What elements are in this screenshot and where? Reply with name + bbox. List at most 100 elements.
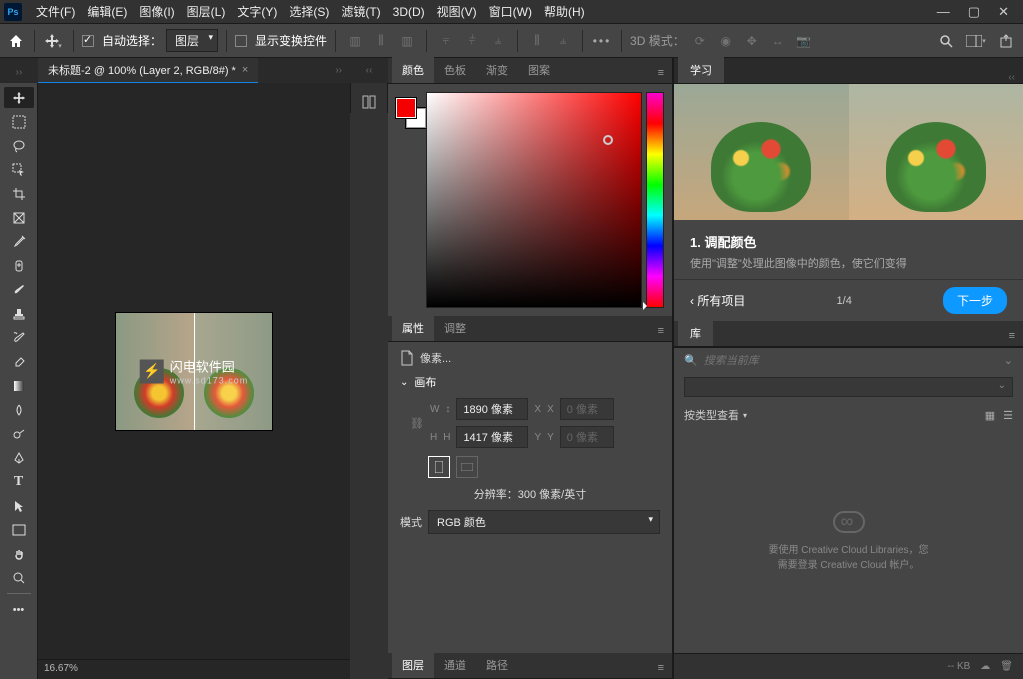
- blur-tool[interactable]: [4, 399, 34, 420]
- menu-layer[interactable]: 图层(L): [181, 0, 232, 23]
- distribute-vertical-icon[interactable]: ⫨: [552, 30, 574, 52]
- zoom-tool[interactable]: [4, 567, 34, 588]
- menu-file[interactable]: 文件(F): [30, 0, 81, 23]
- lasso-tool[interactable]: [4, 135, 34, 156]
- eraser-tool[interactable]: [4, 351, 34, 372]
- tab-layers[interactable]: 图层: [392, 652, 434, 678]
- history-brush-tool[interactable]: [4, 327, 34, 348]
- expand-tabs-icon[interactable]: ››: [335, 65, 350, 76]
- gradient-tool[interactable]: [4, 375, 34, 396]
- align-vertical-centers-icon[interactable]: ⫩: [461, 30, 483, 52]
- document-tab[interactable]: 未标题-2 @ 100% (Layer 2, RGB/8#) *×: [38, 58, 258, 84]
- library-select-dropdown[interactable]: [684, 377, 1013, 397]
- move-tool[interactable]: [4, 87, 34, 108]
- panel-menu-icon[interactable]: ≡: [650, 658, 672, 678]
- canvas-section-header[interactable]: 画布: [400, 374, 660, 390]
- tab-color[interactable]: 颜色: [392, 57, 434, 83]
- cloud-sync-icon[interactable]: ☁: [980, 661, 990, 672]
- close-button[interactable]: ✕: [998, 4, 1009, 20]
- path-select-tool[interactable]: [4, 495, 34, 516]
- collapse-panel-icon[interactable]: ‹‹: [1008, 72, 1023, 83]
- portrait-button[interactable]: [428, 456, 450, 478]
- align-right-edges-icon[interactable]: ▥: [396, 30, 418, 52]
- search-chevron-icon[interactable]: ⌄: [1004, 354, 1013, 367]
- workspace-icon[interactable]: ▾: [965, 30, 987, 52]
- y-input[interactable]: 0 像素: [560, 426, 614, 448]
- stamp-tool[interactable]: [4, 303, 34, 324]
- tab-learn[interactable]: 学习: [678, 57, 724, 83]
- 3d-camera-icon[interactable]: 📷: [793, 30, 815, 52]
- link-dimensions-icon[interactable]: ⛓: [410, 417, 424, 430]
- align-left-edges-icon[interactable]: ▥: [344, 30, 366, 52]
- close-tab-icon[interactable]: ×: [242, 64, 248, 76]
- align-bottom-edges-icon[interactable]: ⫨: [487, 30, 509, 52]
- saturation-field[interactable]: [426, 92, 642, 308]
- crop-tool[interactable]: [4, 183, 34, 204]
- tab-gradients[interactable]: 渐变: [476, 57, 518, 83]
- 3d-roll-icon[interactable]: ◉: [715, 30, 737, 52]
- tab-adjustments[interactable]: 调整: [434, 315, 476, 341]
- learn-next-button[interactable]: 下一步: [943, 287, 1007, 314]
- menu-view[interactable]: 视图(V): [431, 0, 483, 23]
- library-search-input[interactable]: [704, 355, 998, 367]
- foreground-color[interactable]: [396, 98, 416, 118]
- hue-slider[interactable]: [646, 92, 664, 308]
- more-options-button[interactable]: •••: [591, 30, 613, 52]
- maximize-button[interactable]: ▢: [968, 4, 980, 20]
- left-panel-toggle[interactable]: ››: [0, 63, 38, 78]
- tab-libraries[interactable]: 库: [678, 320, 713, 346]
- minimize-button[interactable]: —: [937, 4, 950, 20]
- distribute-horizontal-icon[interactable]: ⫼: [526, 30, 548, 52]
- tab-swatches[interactable]: 色板: [434, 57, 476, 83]
- pen-tool[interactable]: [4, 447, 34, 468]
- menu-3d[interactable]: 3D(D): [387, 2, 431, 22]
- share-icon[interactable]: [995, 30, 1017, 52]
- menu-text[interactable]: 文字(Y): [231, 0, 283, 23]
- auto-select-checkbox[interactable]: 自动选择：: [82, 32, 162, 49]
- marquee-tool[interactable]: [4, 111, 34, 132]
- rectangle-tool[interactable]: [4, 519, 34, 540]
- panel-menu-icon[interactable]: ≡: [1001, 326, 1023, 346]
- hand-tool[interactable]: [4, 543, 34, 564]
- mid-strip-toggle[interactable]: ‹‹: [350, 58, 388, 83]
- list-view-icon[interactable]: ☰: [1003, 409, 1013, 422]
- panel-menu-icon[interactable]: ≡: [650, 63, 672, 83]
- 3d-slide-icon[interactable]: ↔: [767, 30, 789, 52]
- landscape-button[interactable]: [456, 456, 478, 478]
- canvas[interactable]: ⚡ 闪电软件园www.sd173.com: [38, 83, 350, 659]
- 3d-pan-icon[interactable]: ✥: [741, 30, 763, 52]
- mode-dropdown[interactable]: RGB 颜色: [428, 510, 660, 534]
- search-icon[interactable]: [935, 30, 957, 52]
- brush-tool[interactable]: [4, 279, 34, 300]
- tab-properties[interactable]: 属性: [392, 315, 434, 341]
- menu-select[interactable]: 选择(S): [283, 0, 335, 23]
- history-panel-icon[interactable]: [356, 91, 382, 113]
- spot-heal-tool[interactable]: [4, 255, 34, 276]
- menu-help[interactable]: 帮助(H): [538, 0, 591, 23]
- edit-toolbar-icon[interactable]: •••: [4, 599, 34, 620]
- eyedropper-tool[interactable]: [4, 231, 34, 252]
- menu-filter[interactable]: 滤镜(T): [335, 0, 386, 23]
- frame-tool[interactable]: [4, 207, 34, 228]
- 3d-orbit-icon[interactable]: ⟳: [689, 30, 711, 52]
- auto-select-dropdown[interactable]: 图层: [166, 29, 218, 52]
- tab-paths[interactable]: 路径: [476, 652, 518, 678]
- x-input[interactable]: 0 像素: [560, 398, 614, 420]
- quick-select-tool[interactable]: [4, 159, 34, 180]
- menu-window[interactable]: 窗口(W): [483, 0, 538, 23]
- trash-icon[interactable]: 🗑: [1000, 661, 1013, 672]
- text-tool[interactable]: T: [4, 471, 34, 492]
- tab-patterns[interactable]: 图案: [518, 57, 560, 83]
- learn-back-button[interactable]: ‹ 所有项目: [690, 292, 745, 309]
- menu-image[interactable]: 图像(I): [133, 0, 180, 23]
- height-input[interactable]: 1417 像素: [456, 426, 528, 448]
- menu-edit[interactable]: 编辑(E): [81, 0, 133, 23]
- filter-label[interactable]: 按类型查看: [684, 407, 739, 423]
- show-transform-checkbox[interactable]: 显示变换控件: [235, 32, 327, 49]
- grid-view-icon[interactable]: ▦: [985, 409, 995, 422]
- align-horizontal-centers-icon[interactable]: ⫼: [370, 30, 392, 52]
- width-input[interactable]: 1890 像素: [456, 398, 528, 420]
- panel-menu-icon[interactable]: ≡: [650, 321, 672, 341]
- tab-channels[interactable]: 通道: [434, 652, 476, 678]
- align-top-edges-icon[interactable]: ⫧: [435, 30, 457, 52]
